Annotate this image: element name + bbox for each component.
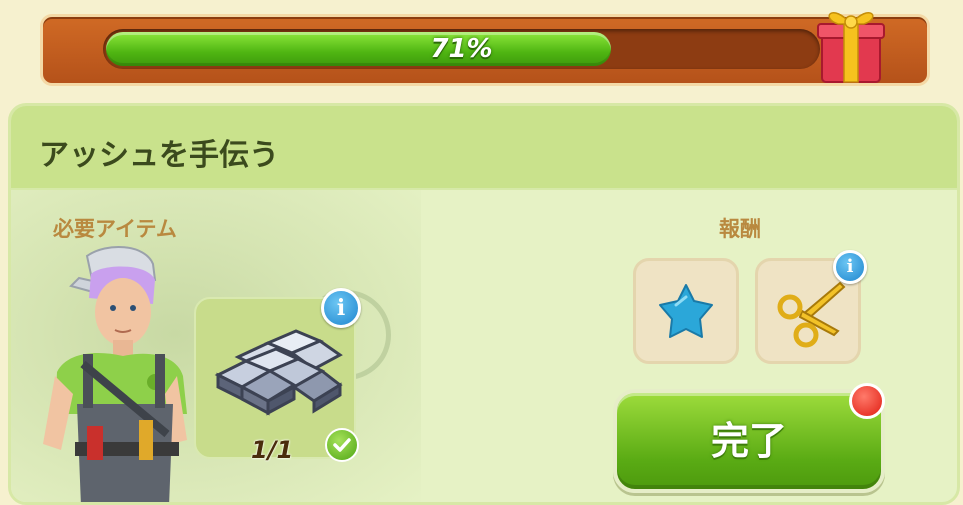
progress-percent: 71% [430, 34, 493, 64]
rewards-label: 報酬 [719, 217, 761, 241]
blue-star-icon [659, 284, 713, 338]
quest-panel: アッシュを手伝う 必要アイテム 報酬 i 1/1 i 完了 [8, 103, 960, 505]
reward-card-star[interactable] [633, 258, 739, 364]
reward-info-icon[interactable]: i [833, 250, 867, 284]
progress-bar: 71% [103, 29, 820, 69]
quest-progress-frame: 71% [40, 14, 930, 86]
required-item-count: 1/1 [251, 436, 294, 464]
ash-character-avatar [43, 246, 187, 502]
notification-dot [849, 383, 885, 419]
gift-box-icon[interactable] [812, 0, 888, 86]
required-items-label: 必要アイテム [53, 217, 177, 241]
required-item-info-icon[interactable]: i [321, 288, 361, 328]
check-icon [325, 428, 359, 462]
quest-title: アッシュを手伝う [39, 138, 279, 173]
complete-button[interactable]: 完了 [613, 389, 885, 493]
quest-header: アッシュを手伝う [11, 106, 957, 190]
complete-button-label: 完了 [710, 419, 787, 463]
